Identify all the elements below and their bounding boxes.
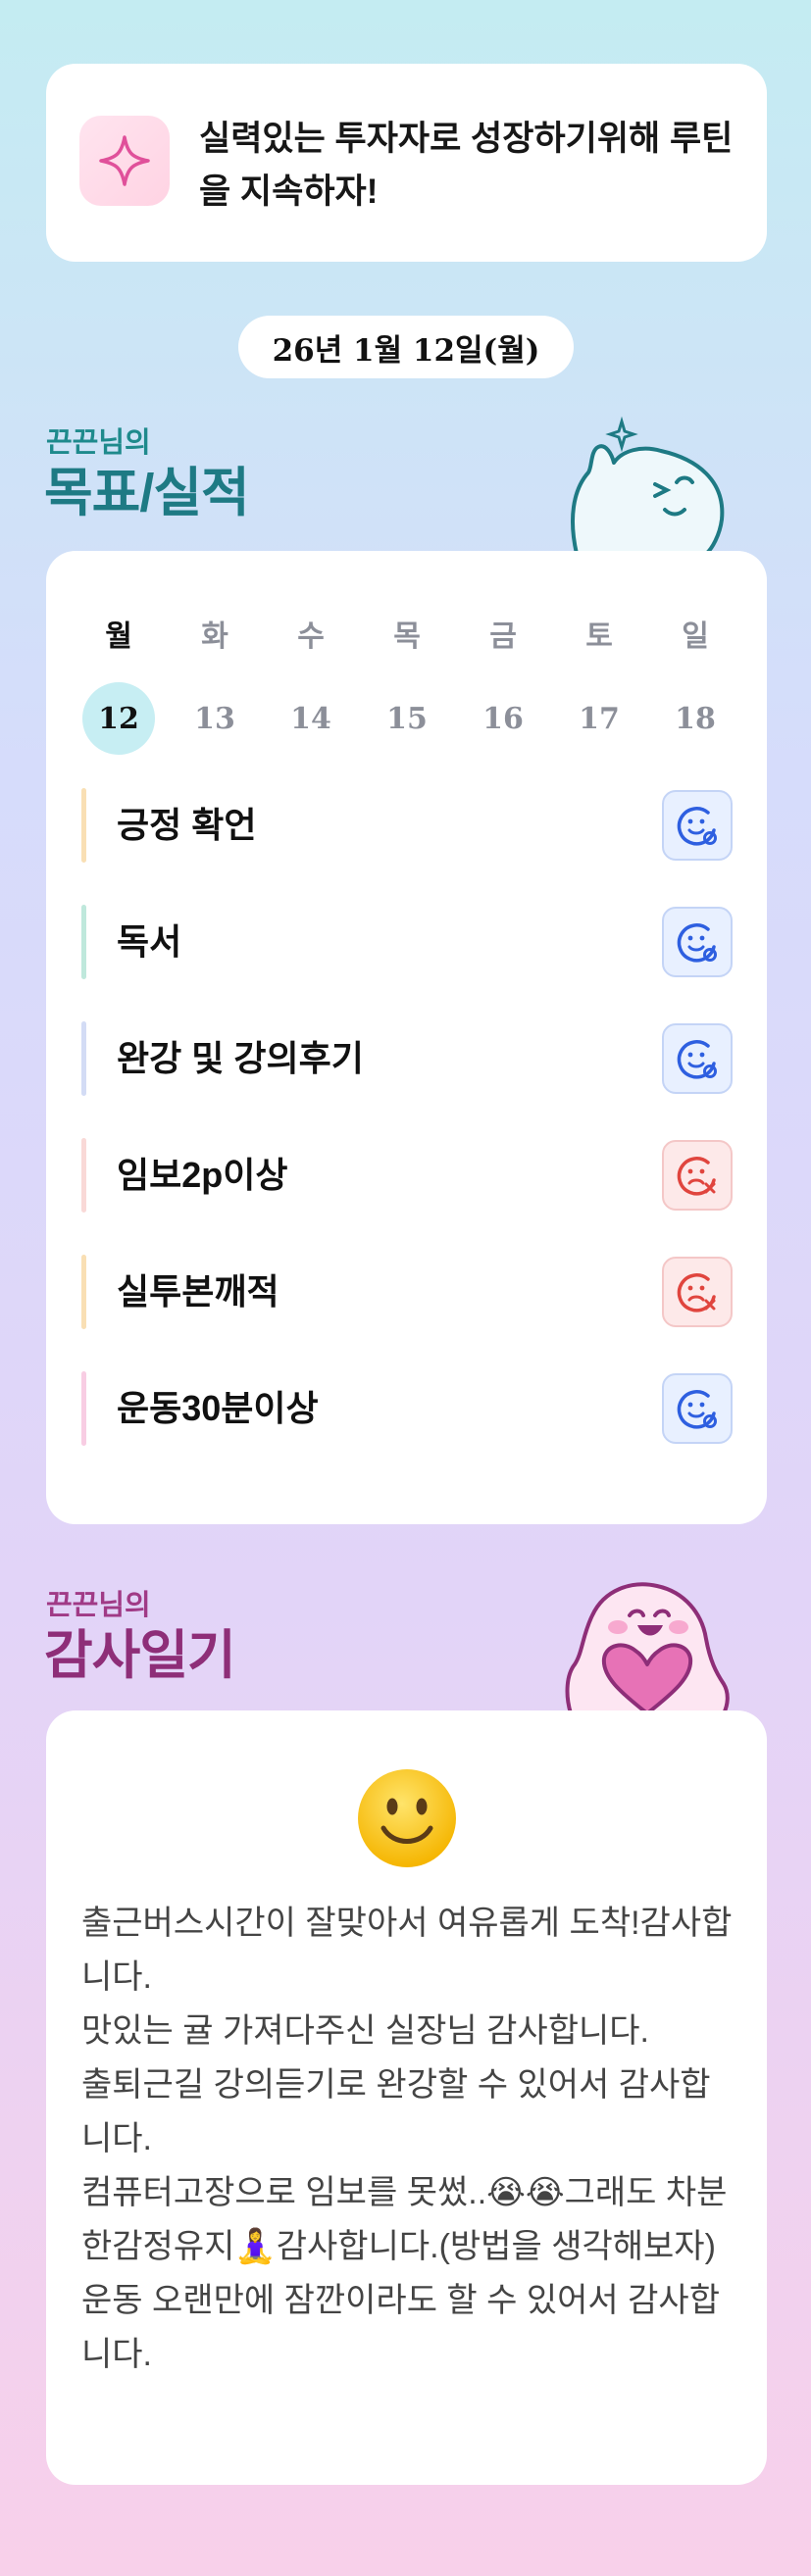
status-failed-icon[interactable] (662, 1140, 733, 1211)
status-failed-icon[interactable] (662, 1257, 733, 1327)
sparkle-icon (79, 116, 170, 206)
waving-ghost-mascot (559, 412, 735, 556)
goal-item: 운동30분이상 (81, 1371, 733, 1446)
status-done-icon[interactable] (662, 1023, 733, 1094)
day-sunday[interactable]: 일 18 (658, 551, 733, 755)
day-label: 목 (393, 620, 421, 653)
goal-label: 긍정 확언 (117, 805, 257, 845)
goal-item: 완강 및 강의후기 (81, 1021, 733, 1096)
day-wednesday[interactable]: 수 14 (274, 551, 348, 755)
motto-text: 실력있는 투자자로 성장하기위해 루틴을 지속하자! (199, 120, 734, 211)
day-label: 화 (201, 620, 228, 653)
gratitude-title: 감사일기 (44, 1626, 236, 1685)
day-number: 12 (82, 682, 155, 755)
mood-smile-icon (46, 1767, 767, 1874)
goal-item: 임보2p이상 (81, 1138, 733, 1213)
goals-card: 월 12 화 13 수 14 목 15 금 16 토 17 일 18 긍정 확언 (46, 551, 767, 1524)
goal-color-bar (81, 788, 86, 863)
day-label: 수 (297, 620, 325, 653)
gratitude-diary-card: 출근버스시간이 잘맞아서 여유롭게 도착!감사합니다. 맛있는 귤 가져다주신 … (46, 1710, 767, 2485)
diary-text: 출근버스시간이 잘맞아서 여유롭게 도착!감사합니다. 맛있는 귤 가져다주신 … (81, 1905, 733, 2373)
goal-color-bar (81, 905, 86, 979)
goal-label: 완강 및 강의후기 (117, 1038, 364, 1078)
day-number: 18 (675, 701, 716, 736)
day-tuesday[interactable]: 화 13 (177, 551, 252, 755)
status-done-icon[interactable] (662, 1373, 733, 1444)
day-friday[interactable]: 금 16 (466, 551, 540, 755)
goal-color-bar (81, 1371, 86, 1446)
day-thursday[interactable]: 목 15 (370, 551, 444, 755)
day-number: 16 (482, 701, 524, 736)
day-label: 월 (105, 620, 132, 653)
date-badge[interactable]: 26년 1월 12일(월) (238, 316, 574, 378)
goal-item: 긍정 확언 (81, 788, 733, 863)
day-label: 금 (489, 620, 517, 653)
day-saturday[interactable]: 토 17 (562, 551, 636, 755)
day-label: 일 (682, 620, 709, 653)
status-done-icon[interactable] (662, 907, 733, 977)
goal-color-bar (81, 1138, 86, 1213)
day-number: 15 (386, 701, 428, 736)
day-number: 17 (579, 701, 620, 736)
goal-color-bar (81, 1021, 86, 1096)
goal-color-bar (81, 1255, 86, 1329)
goal-label: 임보2p이상 (117, 1155, 288, 1195)
goal-label: 실투본깨적 (117, 1271, 279, 1312)
heart-ghost-mascot (559, 1576, 735, 1715)
day-label: 토 (585, 620, 613, 653)
day-number: 13 (194, 701, 235, 736)
day-number: 14 (290, 701, 331, 736)
day-monday[interactable]: 월 12 (81, 551, 156, 755)
motto-card: 실력있는 투자자로 성장하기위해 루틴을 지속하자! (46, 64, 767, 262)
goal-item: 실투본깨적 (81, 1255, 733, 1329)
status-done-icon[interactable] (662, 790, 733, 861)
goal-item: 독서 (81, 905, 733, 979)
goals-title: 목표/실적 (44, 464, 250, 522)
goal-label: 운동30분이상 (117, 1388, 319, 1428)
goal-label: 독서 (117, 921, 182, 962)
